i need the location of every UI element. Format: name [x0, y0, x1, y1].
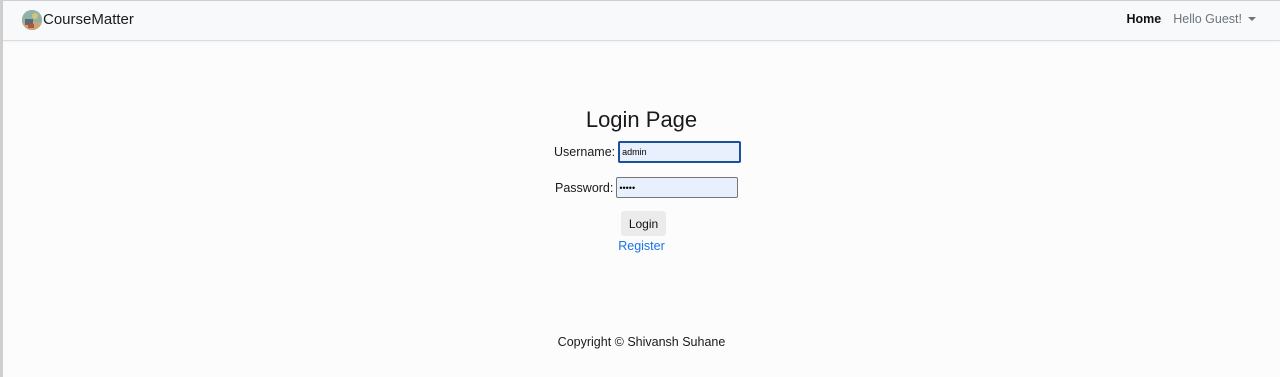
caret-down-icon — [1248, 17, 1256, 21]
register-link-text[interactable]: Register — [618, 239, 665, 253]
nav-right: Home Hello Guest! — [1126, 12, 1256, 26]
username-label: Username: — [554, 145, 616, 159]
page-title: Login Page — [585, 107, 698, 132]
username-row: Username: — [554, 141, 742, 163]
password-row: Password: — [555, 177, 739, 198]
user-dropdown-label: Hello Guest! — [1173, 12, 1242, 26]
brand-link[interactable]: CourseMatter — [22, 8, 134, 32]
username-input[interactable] — [618, 141, 742, 163]
brand-logo-icon — [22, 10, 42, 30]
password-label: Password: — [555, 180, 614, 195]
password-input[interactable] — [616, 177, 739, 198]
register-link: Register — [3, 239, 1280, 253]
user-dropdown[interactable]: Hello Guest! — [1173, 12, 1256, 26]
nav-home-link[interactable]: Home — [1126, 12, 1161, 26]
footer-copyright: Copyright © Shivansh Suhane — [557, 335, 726, 349]
browser-viewport: CourseMatter Home Hello Guest! Login Pag… — [0, 0, 1280, 377]
navbar: CourseMatter Home Hello Guest! — [3, 1, 1280, 41]
login-button[interactable]: Login — [621, 211, 666, 236]
brand-name: CourseMatter — [43, 11, 134, 28]
